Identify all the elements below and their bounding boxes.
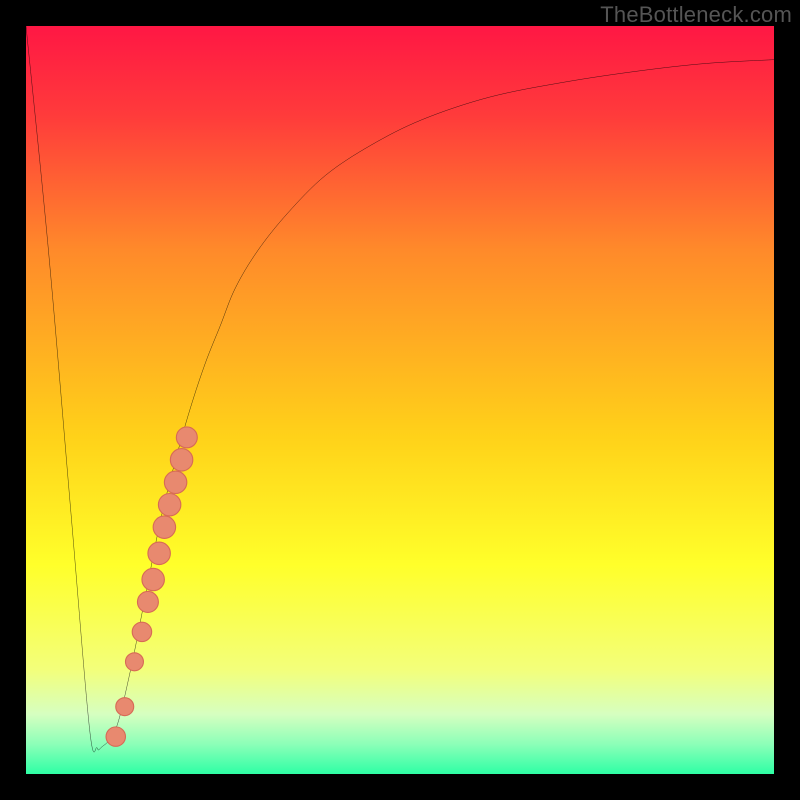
data-marker — [170, 449, 192, 471]
data-marker — [116, 698, 134, 716]
data-marker — [158, 494, 180, 516]
marker-group — [106, 427, 197, 746]
data-marker — [137, 591, 158, 612]
data-marker — [106, 727, 125, 746]
chart-frame: TheBottleneck.com — [0, 0, 800, 800]
data-marker — [125, 653, 143, 671]
data-marker — [176, 427, 197, 448]
data-marker — [142, 568, 164, 590]
curve-layer — [26, 26, 774, 774]
watermark-text: TheBottleneck.com — [600, 2, 792, 28]
bottleneck-curve — [26, 26, 774, 752]
data-marker — [153, 516, 175, 538]
data-marker — [148, 542, 170, 564]
data-marker — [164, 471, 186, 493]
data-marker — [132, 622, 151, 641]
